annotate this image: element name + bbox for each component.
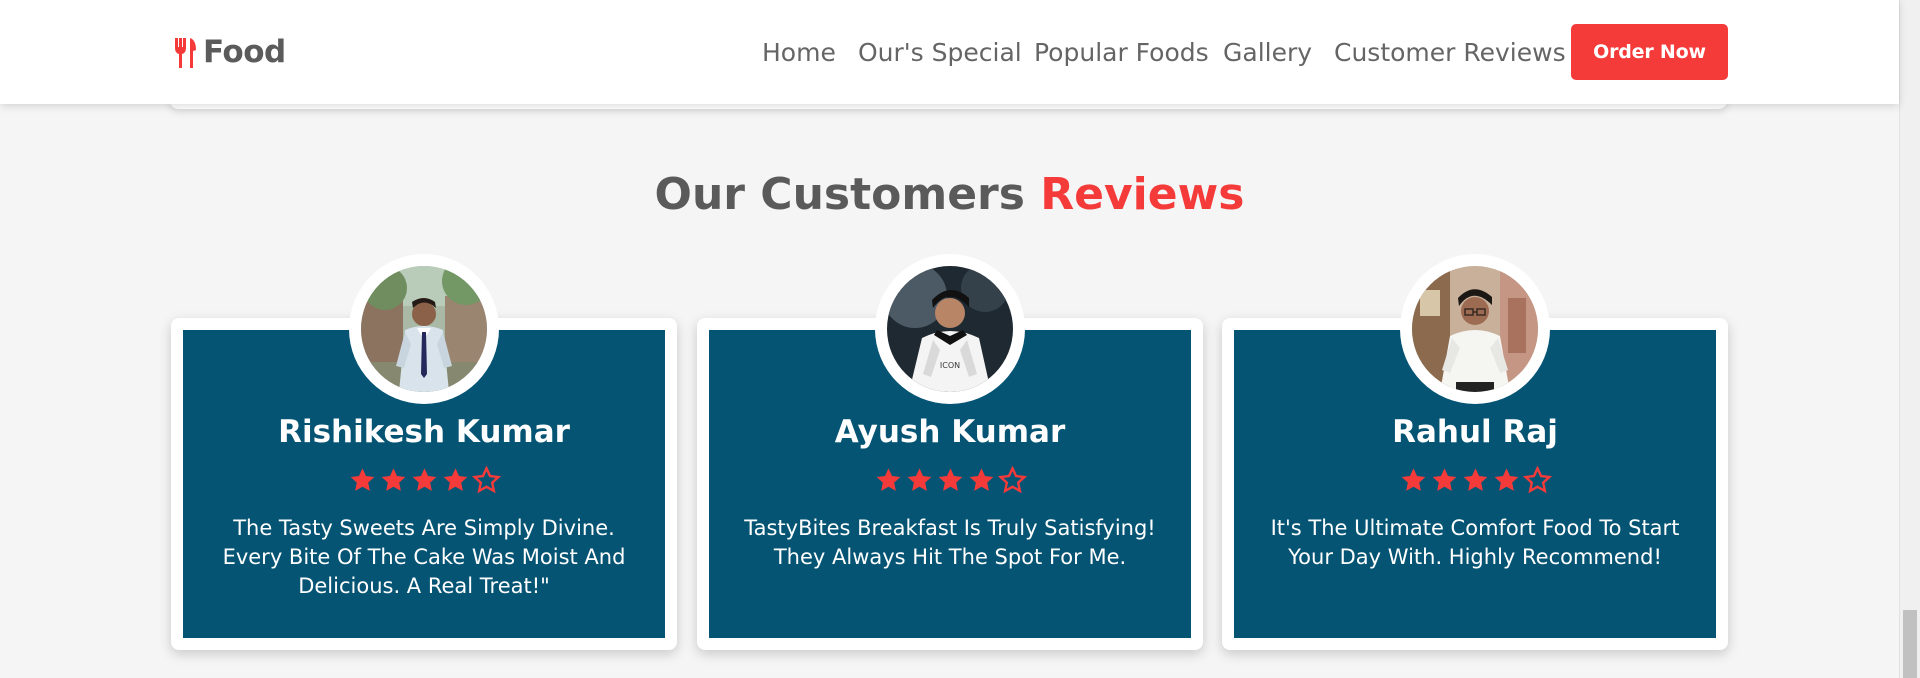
vertical-scrollbar[interactable]: [1899, 0, 1920, 678]
reviews-title-prefix: Our Customers: [654, 169, 1025, 220]
nav-ours-special[interactable]: Our's Special: [858, 30, 1022, 74]
nav-customer-reviews[interactable]: Customer Reviews: [1334, 30, 1566, 74]
star-empty-icon: [997, 466, 1027, 494]
svg-text:ICON: ICON: [940, 361, 960, 370]
review-card-rahul-raj: Rahul Raj It's The Ultimate Comfort Food…: [1222, 254, 1728, 650]
review-text: TastyBites Breakfast Is Truly Satisfying…: [744, 516, 1156, 569]
rating-stars: [1222, 466, 1728, 495]
reviewer-name: Ayush Kumar: [834, 414, 1066, 450]
star-filled-icon: [443, 468, 467, 491]
star-filled-icon: [969, 468, 993, 491]
avatar-ayush-kumar: ICON: [887, 266, 1013, 392]
scrollbar-thumb[interactable]: [1903, 610, 1917, 678]
fork-knife-icon: [175, 38, 196, 68]
site-header: Food Home Our's Special Popular Foods Ga…: [0, 0, 1899, 104]
review-card-ayush-kumar: ICON Ayush Kumar TastyBites Breakfast Is…: [697, 254, 1203, 650]
star-filled-icon: [412, 468, 436, 491]
star-filled-icon: [1494, 468, 1518, 491]
star-filled-icon: [907, 468, 931, 491]
nav-gallery[interactable]: Gallery: [1223, 30, 1312, 74]
avatar-frame: [1400, 254, 1550, 404]
star-filled-icon: [350, 468, 374, 491]
logo-text: Food: [203, 34, 286, 70]
reviewer-name: Rahul Raj: [1392, 414, 1558, 450]
review-text: It's The Ultimate Comfort Food To Start …: [1270, 516, 1680, 569]
star-filled-icon: [381, 468, 405, 491]
avatar-rishikesh-kumar: [361, 266, 487, 392]
order-now-button[interactable]: Order Now: [1571, 24, 1728, 80]
review-card-rishikesh-kumar: Rishikesh Kumar The Tasty Sweets Are Sim…: [171, 254, 677, 650]
star-empty-icon: [1522, 466, 1552, 494]
star-filled-icon: [876, 468, 900, 491]
avatar-rahul-raj: [1412, 266, 1538, 392]
avatar-frame: [349, 254, 499, 404]
rating-stars: [171, 466, 677, 495]
star-filled-icon: [1401, 468, 1425, 491]
reviews-section-title: Our Customers Reviews: [0, 169, 1899, 220]
star-filled-icon: [938, 468, 962, 491]
reviewer-name: Rishikesh Kumar: [278, 414, 570, 450]
rating-stars: [697, 466, 1203, 495]
reviews-title-accent: Reviews: [1040, 169, 1245, 220]
star-empty-icon: [471, 466, 501, 494]
review-text: The Tasty Sweets Are Simply Divine. Ever…: [222, 516, 626, 598]
star-filled-icon: [1432, 468, 1456, 491]
avatar-frame: ICON: [875, 254, 1025, 404]
nav-popular-foods[interactable]: Popular Foods: [1034, 30, 1209, 74]
logo[interactable]: Food: [169, 30, 286, 74]
nav-home[interactable]: Home: [762, 30, 836, 74]
star-filled-icon: [1463, 468, 1487, 491]
